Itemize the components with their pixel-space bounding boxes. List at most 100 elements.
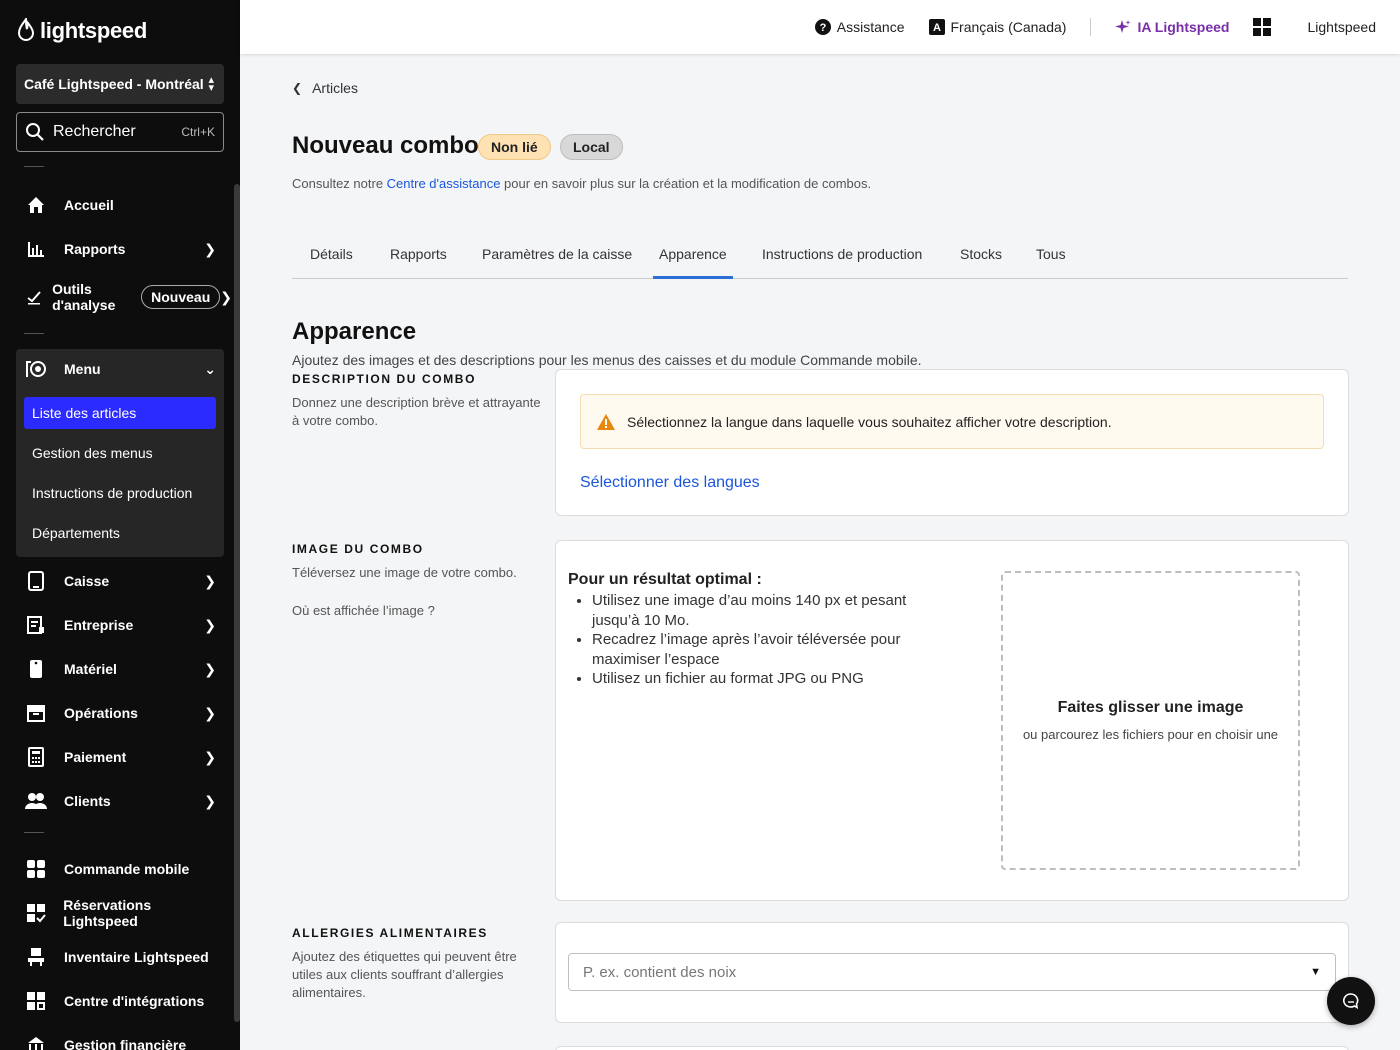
breadcrumb[interactable]: ❮ Articles — [292, 80, 358, 96]
sidebar-item-inventaire[interactable]: Inventaire Lightspeed — [16, 937, 224, 977]
sidebar-item-label: Rapports — [64, 241, 126, 257]
chevron-right-icon: ❯ — [204, 616, 216, 633]
allergies-heading: ALLERGIES ALIMENTAIRES — [292, 926, 488, 940]
tip-item: Recadrez l’image après l’avoir téléversé… — [592, 630, 928, 669]
bar-chart-icon — [24, 237, 48, 261]
apps-button[interactable] — [1253, 18, 1272, 36]
new-badge: Nouveau — [141, 285, 221, 309]
search-label: Rechercher — [53, 123, 136, 140]
allergies-help: Ajoutez des étiquettes qui peuvent être … — [292, 949, 517, 1000]
mobile-order-icon — [24, 857, 48, 881]
chevron-right-icon: ❯ — [204, 748, 216, 765]
tab-stocks[interactable]: Stocks — [960, 246, 1002, 279]
sidebar-item-label: Inventaire Lightspeed — [64, 949, 209, 965]
tips-list: Utilisez une image d’au moins 140 px et … — [568, 591, 928, 689]
select-languages-link[interactable]: Sélectionner des langues — [580, 474, 760, 492]
sidebar: lightspeed Café Lightspeed - Montréal ▴ ▾… — [0, 0, 240, 1050]
assistance-button[interactable]: ? Assistance — [814, 19, 905, 35]
menu-icon — [24, 357, 48, 381]
language-button[interactable]: A Français (Canada) — [928, 19, 1067, 35]
calculator-icon — [24, 745, 48, 769]
main-content: ❮ Articles Nouveau combo Non lié Local C… — [240, 54, 1400, 1050]
logo-text: lightspeed — [40, 18, 148, 43]
sidebar-subitem-instructions[interactable]: Instructions de production — [24, 477, 216, 509]
tab-rapports[interactable]: Rapports — [390, 246, 447, 279]
sidebar-item-paiement[interactable]: Paiement ❯ — [16, 737, 224, 777]
page-title: Nouveau combo — [292, 132, 479, 159]
account-label: Lightspeed — [1307, 19, 1376, 35]
chevron-right-icon: ❯ — [220, 288, 232, 305]
store-selector[interactable]: Café Lightspeed - Montréal ▴ ▾ — [16, 64, 224, 104]
sidebar-item-reservations[interactable]: Réservations Lightspeed — [16, 893, 224, 933]
chat-button[interactable] — [1327, 977, 1375, 1025]
ai-label: IA Lightspeed — [1137, 19, 1230, 35]
image-dropzone[interactable]: Faites glisser une image ou parcourez le… — [1001, 571, 1300, 870]
tab-tous[interactable]: Tous — [1036, 246, 1066, 279]
analytics-icon — [24, 285, 44, 309]
sidebar-subitem-liste-articles[interactable]: Liste des articles — [24, 397, 216, 429]
sidebar-item-label: Centre d'intégrations — [64, 993, 205, 1009]
ai-button[interactable]: IA Lightspeed — [1115, 19, 1229, 35]
account-button[interactable]: Lightspeed — [1307, 19, 1376, 35]
help-center-link[interactable]: Centre d'assistance — [387, 176, 501, 191]
image-card: Pour un résultat optimal : Utilisez une … — [555, 540, 1349, 901]
sidebar-item-operations[interactable]: Opérations ❯ — [16, 693, 224, 733]
assistance-label: Assistance — [836, 19, 905, 35]
sidebar-item-entreprise[interactable]: Entreprise ❯ — [16, 605, 224, 645]
chevron-right-icon: ❯ — [204, 240, 216, 257]
sidebar-item-commande-mobile[interactable]: Commande mobile — [16, 849, 224, 889]
sidebar-subitem-gestion-menus[interactable]: Gestion des menus — [24, 437, 216, 469]
language-warning: Sélectionnez la langue dans laquelle vou… — [580, 394, 1324, 449]
integrations-icon — [24, 989, 48, 1013]
svg-text:?: ? — [819, 22, 826, 34]
tab-instructions-production[interactable]: Instructions de production — [762, 246, 922, 279]
description-card: Sélectionnez la langue dans laquelle vou… — [555, 369, 1349, 516]
top-bar: ? Assistance A Français (Canada) IA Ligh… — [240, 0, 1400, 54]
caret-down-icon: ▼ — [1310, 966, 1321, 978]
image-location-link[interactable]: Où est affichée l’image ? — [292, 602, 542, 620]
sidebar-item-accueil[interactable]: Accueil — [16, 185, 224, 225]
tab-apparence[interactable]: Apparence — [653, 246, 733, 279]
sidebar-subitem-label: Instructions de production — [32, 485, 193, 501]
chevron-right-icon: ❯ — [204, 704, 216, 721]
sidebar-item-rapports[interactable]: Rapports ❯ — [16, 229, 224, 269]
allergies-select[interactable]: P. ex. contient des noix ▼ — [568, 953, 1336, 991]
sidebar-item-analyse[interactable]: Outils d'analyse Nouveau ❯ — [16, 277, 232, 317]
tablet-icon — [24, 569, 48, 593]
image-heading: IMAGE DU COMBO — [292, 542, 424, 556]
sidebar-subitem-label: Liste des articles — [32, 405, 137, 421]
dropzone-subtitle: ou parcourez les fichiers pour en choisi… — [1022, 727, 1279, 742]
sidebar-subitem-departements[interactable]: Départements — [24, 517, 216, 549]
sparkle-icon — [1115, 20, 1131, 33]
sidebar-item-label: Réservations Lightspeed — [63, 897, 152, 929]
tab-bar: Détails Rapports Paramètres de la caisse… — [292, 232, 1348, 279]
search-button[interactable]: Rechercher Ctrl+K — [16, 112, 224, 152]
help-suffix: pour en savoir plus sur la création et l… — [500, 176, 872, 191]
sidebar-item-materiel[interactable]: Matériel ❯ — [16, 649, 224, 689]
clients-icon — [24, 789, 48, 813]
logo[interactable]: lightspeed — [16, 16, 147, 46]
archive-icon — [24, 701, 48, 725]
sidebar-item-clients[interactable]: Clients ❯ — [16, 781, 224, 821]
business-icon — [24, 613, 48, 637]
inventory-icon — [24, 945, 48, 969]
help-prefix: Consultez notre — [292, 176, 387, 191]
tab-parametres-caisse[interactable]: Paramètres de la caisse — [482, 246, 632, 279]
help-text: Consultez notre Centre d'assistance pour… — [292, 176, 871, 191]
language-icon: A — [928, 19, 945, 35]
tab-details[interactable]: Détails — [310, 246, 353, 279]
sidebar-item-menu[interactable]: Menu ⌄ — [16, 349, 224, 389]
search-icon — [26, 123, 44, 141]
language-label: Français (Canada) — [950, 19, 1067, 35]
sidebar-item-finance[interactable]: Gestion financière — [16, 1025, 224, 1050]
sidebar-subitem-label: Départements — [32, 525, 120, 541]
description-help: Donnez une description brève et attrayan… — [292, 395, 541, 428]
sidebar-item-caisse[interactable]: Caisse ❯ — [16, 561, 224, 601]
tip-item: Utilisez une image d’au moins 140 px et … — [592, 591, 928, 630]
reservations-icon — [24, 901, 47, 925]
sidebar-item-label: Opérations — [64, 705, 138, 721]
svg-text:A: A — [933, 22, 941, 34]
allergies-placeholder: P. ex. contient des noix — [583, 963, 737, 981]
sidebar-item-integrations[interactable]: Centre d'intégrations — [16, 981, 224, 1021]
allergies-card: P. ex. contient des noix ▼ — [555, 922, 1349, 1023]
